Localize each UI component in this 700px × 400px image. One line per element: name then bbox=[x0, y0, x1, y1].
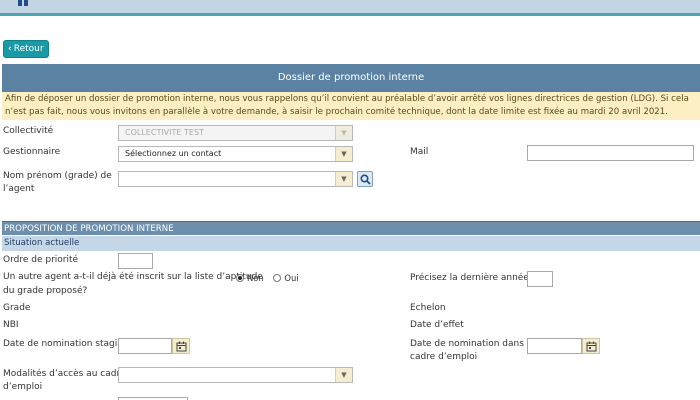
section-header-proposition: PROPOSITION DE PROMOTION INTERNE bbox=[2, 221, 700, 235]
radio-option-non[interactable]: Non bbox=[236, 272, 264, 285]
back-button-label: Retour bbox=[13, 44, 44, 54]
date-cadre-input[interactable] bbox=[527, 338, 582, 354]
collectivite-label: Collectivité bbox=[3, 126, 54, 136]
back-button[interactable]: ‹ Retour bbox=[3, 40, 49, 58]
collectivite-select: COLLECTIVITE TEST ▼ bbox=[118, 125, 353, 141]
nbi-label: NBI bbox=[3, 320, 19, 330]
modalites-select[interactable]: ▼ bbox=[118, 367, 353, 383]
date-stagiaire-input[interactable] bbox=[118, 338, 172, 354]
radio-oui[interactable] bbox=[273, 274, 282, 282]
agent-select[interactable]: ▼ bbox=[118, 171, 353, 187]
chevron-down-icon[interactable]: ▼ bbox=[335, 147, 352, 161]
search-agent-button[interactable] bbox=[357, 171, 373, 187]
derniere-annee-input[interactable] bbox=[527, 271, 553, 287]
chevron-down-icon[interactable]: ▼ bbox=[335, 172, 352, 186]
ldg-notice: Afin de déposer un dossier de promotion … bbox=[2, 92, 700, 120]
ordre-priorite-label: Ordre de priorité bbox=[3, 255, 79, 265]
chevron-down-icon: ▼ bbox=[335, 126, 352, 140]
gestionnaire-label: Gestionnaire bbox=[3, 147, 61, 157]
date-cadre-label-line1: Date de nomination dans le bbox=[410, 339, 535, 349]
date-cadre-picker bbox=[527, 338, 600, 354]
grade-label: Grade bbox=[3, 303, 31, 313]
calendar-button[interactable] bbox=[582, 338, 600, 354]
search-icon bbox=[360, 174, 371, 185]
gestionnaire-value: Sélectionnez un contact bbox=[125, 149, 222, 158]
modalites-label-line1: Modalités d’accès au cadre bbox=[3, 369, 126, 379]
subsection-situation-actuelle: Situation actuelle bbox=[2, 236, 700, 251]
autre-agent-label-line2: du grade proposé? bbox=[3, 286, 88, 296]
page-title: Dossier de promotion interne bbox=[2, 64, 700, 92]
date-stagiaire-label: Date de nomination stagiaire bbox=[3, 339, 135, 349]
logo-icon bbox=[18, 0, 28, 6]
calendar-button[interactable] bbox=[172, 338, 190, 354]
date-effet-label: Date d’effet bbox=[410, 320, 464, 330]
collectivite-value: COLLECTIVITE TEST bbox=[125, 128, 204, 137]
gestionnaire-select[interactable]: Sélectionnez un contact ▼ bbox=[118, 146, 353, 162]
mail-label: Mail bbox=[410, 147, 429, 157]
top-bar bbox=[0, 0, 700, 16]
date-stagiaire-picker bbox=[118, 338, 190, 354]
chevron-left-icon: ‹ bbox=[8, 44, 12, 54]
echelon-label: Echelon bbox=[410, 303, 446, 313]
ordre-priorite-input[interactable] bbox=[118, 253, 153, 269]
autre-agent-radio-group: Non Oui bbox=[236, 272, 306, 285]
modalites-label-line2: d’emploi bbox=[3, 382, 43, 392]
derniere-annee-label: Précisez la dernière année bbox=[410, 273, 529, 283]
radio-non[interactable] bbox=[236, 274, 244, 282]
mail-input[interactable] bbox=[527, 145, 694, 161]
calendar-icon bbox=[176, 341, 187, 352]
autre-agent-label-line1: Un autre agent a-t-il déjà été inscrit s… bbox=[3, 272, 263, 282]
date-cadre-label-line2: cadre d’emploi bbox=[410, 352, 478, 362]
radio-non-label: Non bbox=[247, 273, 264, 283]
agent-name-label-line1: Nom prénom (grade) de bbox=[3, 171, 112, 181]
radio-oui-label: Oui bbox=[284, 273, 299, 283]
chevron-down-icon[interactable]: ▼ bbox=[335, 368, 352, 382]
agent-name-label-line2: l’agent bbox=[3, 184, 35, 194]
calendar-icon bbox=[586, 341, 597, 352]
radio-option-oui[interactable]: Oui bbox=[273, 272, 299, 285]
